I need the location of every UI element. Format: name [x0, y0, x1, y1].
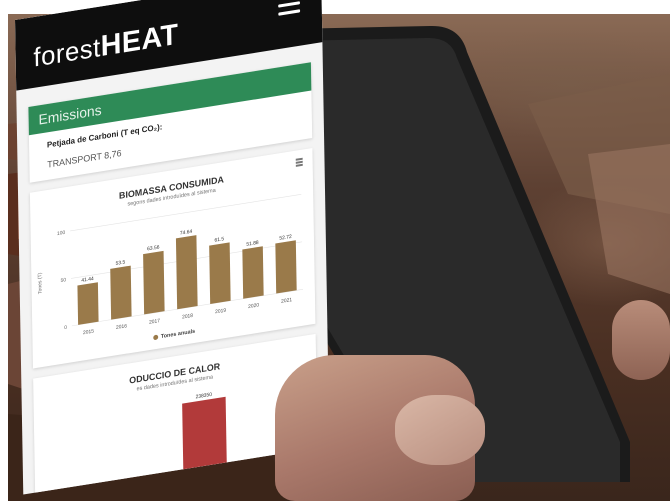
bar-2016 [110, 265, 132, 320]
y-tick-label: 0 [64, 325, 67, 331]
legend-swatch [152, 334, 158, 341]
bar-2017 [143, 250, 165, 315]
y-tick-label: 50 [61, 277, 67, 284]
x-tick-label: 2019 [215, 308, 226, 316]
forestheat-logo: forestHEAT [33, 18, 179, 74]
x-tick-label: 2021 [281, 297, 292, 305]
data-label: 51.88 [246, 240, 259, 248]
data-label: 61.5 [214, 236, 224, 244]
x-tick-label: 2016 [116, 323, 127, 331]
x-tick-label: 2015 [83, 328, 94, 336]
logo-bold-text: HEAT [100, 18, 179, 64]
x-tick-label: 2017 [149, 318, 160, 326]
biomass-chart-card: BIOMASSA CONSUMIDA segons dades introduï… [29, 148, 316, 369]
x-tick-label: 2018 [182, 313, 193, 321]
bar-2019 [209, 242, 231, 304]
data-label: 53.5 [116, 259, 126, 267]
x-tick-label: 2020 [248, 302, 259, 310]
logo-light-text: forest [33, 31, 101, 73]
y-tick-label: 100 [57, 230, 66, 237]
data-label: 41.44 [81, 276, 94, 284]
bar-2021 [275, 240, 297, 294]
thumb-nail [395, 395, 485, 465]
y-axis-label: Tones (T) [37, 272, 43, 295]
bar-2018 [175, 235, 198, 310]
bar-2015 [77, 282, 99, 325]
data-label: 63.56 [147, 244, 160, 252]
heat-data-label: 238350 [196, 392, 213, 401]
bar-2020 [242, 246, 264, 299]
data-label: 74.64 [180, 229, 193, 237]
hamburger-menu-icon[interactable] [278, 0, 301, 16]
card-menu-icon[interactable] [295, 157, 303, 168]
data-label: 52.72 [279, 234, 292, 242]
